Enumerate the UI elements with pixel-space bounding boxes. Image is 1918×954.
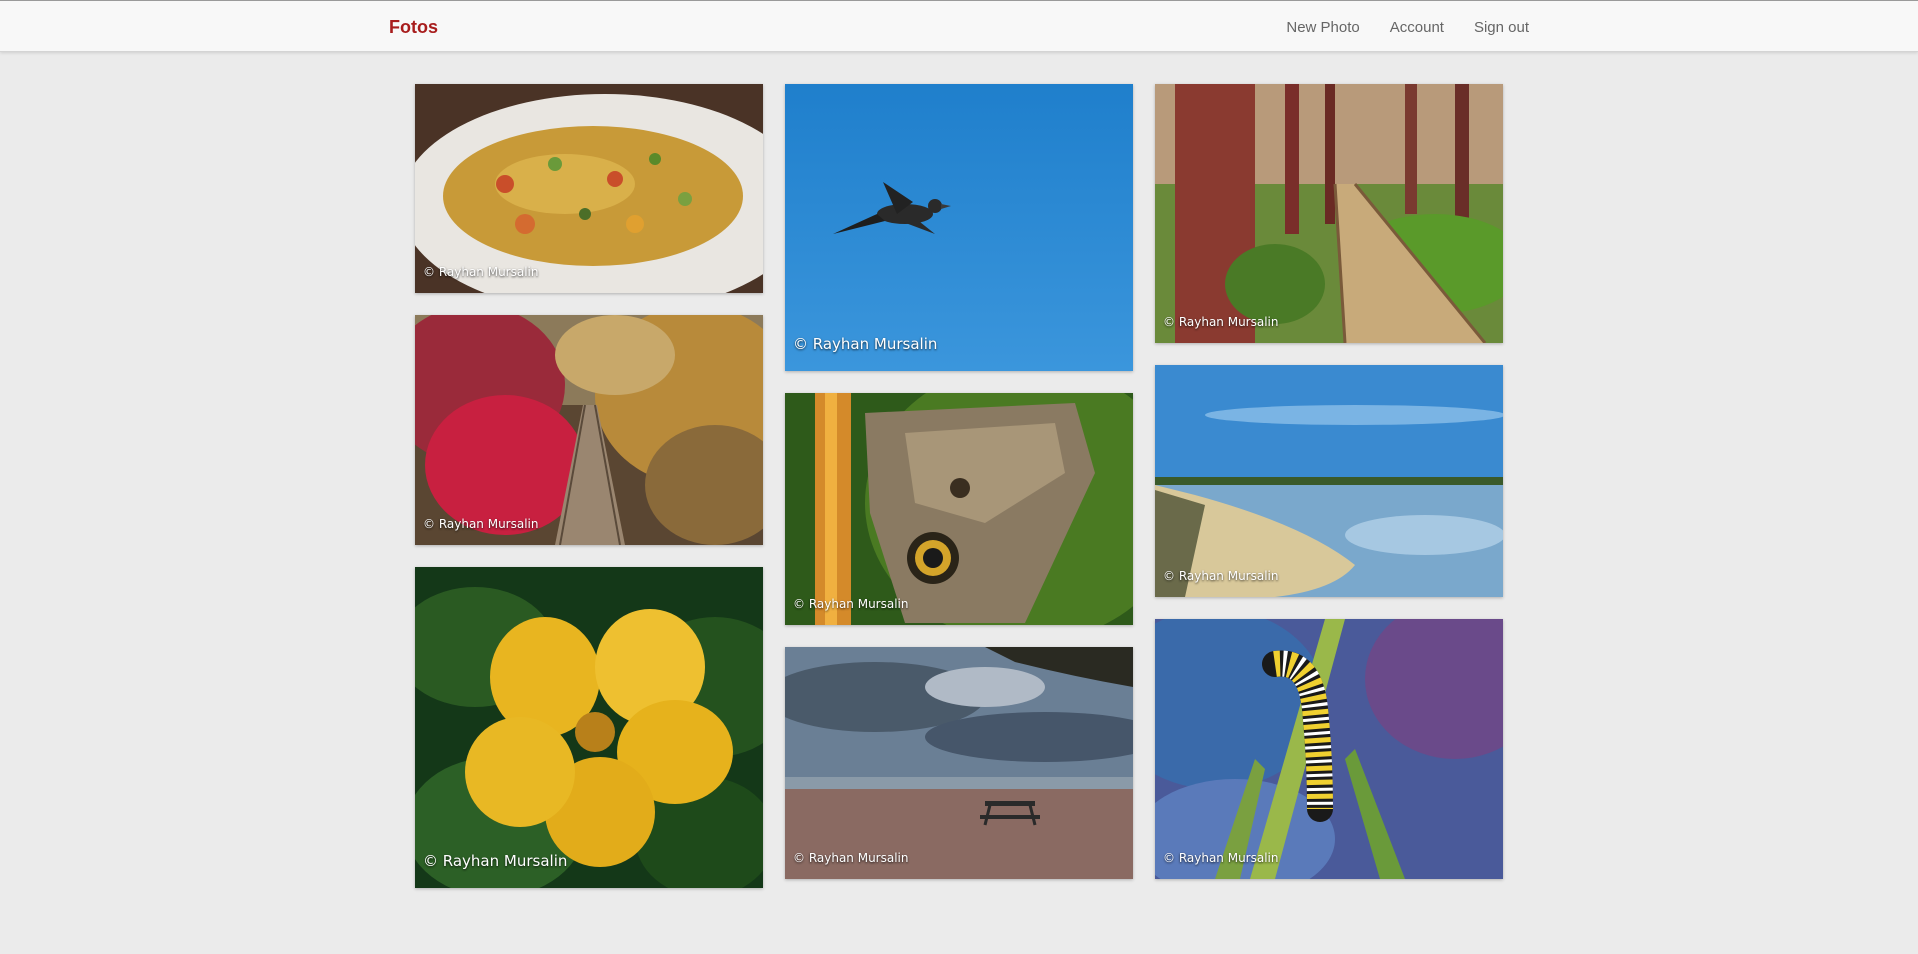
photo-card-caterpillar[interactable]: © Rayhan Mursalin	[1155, 619, 1503, 879]
brand-logo-link[interactable]: Fotos	[389, 17, 438, 38]
caterpillar-image	[1155, 619, 1503, 879]
photo-card-beach-table[interactable]: © Rayhan Mursalin	[785, 647, 1133, 879]
photo-credit: © Rayhan Mursalin	[423, 265, 539, 279]
photo-card-forest-boardwalk[interactable]: © Rayhan Mursalin	[1155, 84, 1503, 343]
photo-credit: © Rayhan Mursalin	[1163, 569, 1279, 583]
omelette-image	[415, 84, 763, 293]
new-photo-link[interactable]: New Photo	[1286, 19, 1359, 36]
photo-card-bird[interactable]: © Rayhan Mursalin	[785, 84, 1133, 371]
forest-boardwalk-image	[1155, 84, 1503, 343]
autumn-bridge-image	[415, 315, 763, 545]
sign-out-link[interactable]: Sign out	[1474, 19, 1529, 36]
photo-card-autumn-bridge[interactable]: © Rayhan Mursalin	[415, 315, 763, 545]
photo-credit: © Rayhan Mursalin	[423, 852, 568, 870]
yellow-flower-image	[415, 567, 763, 888]
photo-credit: © Rayhan Mursalin	[793, 851, 909, 865]
photo-credit: © Rayhan Mursalin	[1163, 851, 1279, 865]
bird-image	[785, 84, 1133, 371]
account-link[interactable]: Account	[1390, 19, 1444, 36]
photo-credit: © Rayhan Mursalin	[793, 335, 938, 353]
photo-credit: © Rayhan Mursalin	[1163, 315, 1279, 329]
photo-credit: © Rayhan Mursalin	[423, 517, 539, 531]
photo-card-omelette[interactable]: © Rayhan Mursalin	[415, 84, 763, 293]
photo-card-butterfly[interactable]: © Rayhan Mursalin	[785, 393, 1133, 625]
nav-links: New Photo Account Sign out	[1286, 19, 1529, 36]
beach-table-image	[785, 647, 1133, 879]
butterfly-image	[785, 393, 1133, 625]
tidal-beach-image	[1155, 365, 1503, 597]
photo-card-tidal-beach[interactable]: © Rayhan Mursalin	[1155, 365, 1503, 597]
photo-credit: © Rayhan Mursalin	[793, 597, 909, 611]
photo-gallery: © Rayhan Mursalin © Rayhan Mursalin © Ra…	[415, 84, 1503, 904]
top-navbar: Fotos New Photo Account Sign out	[0, 0, 1918, 52]
photo-card-yellow-flower[interactable]: © Rayhan Mursalin	[415, 567, 763, 888]
